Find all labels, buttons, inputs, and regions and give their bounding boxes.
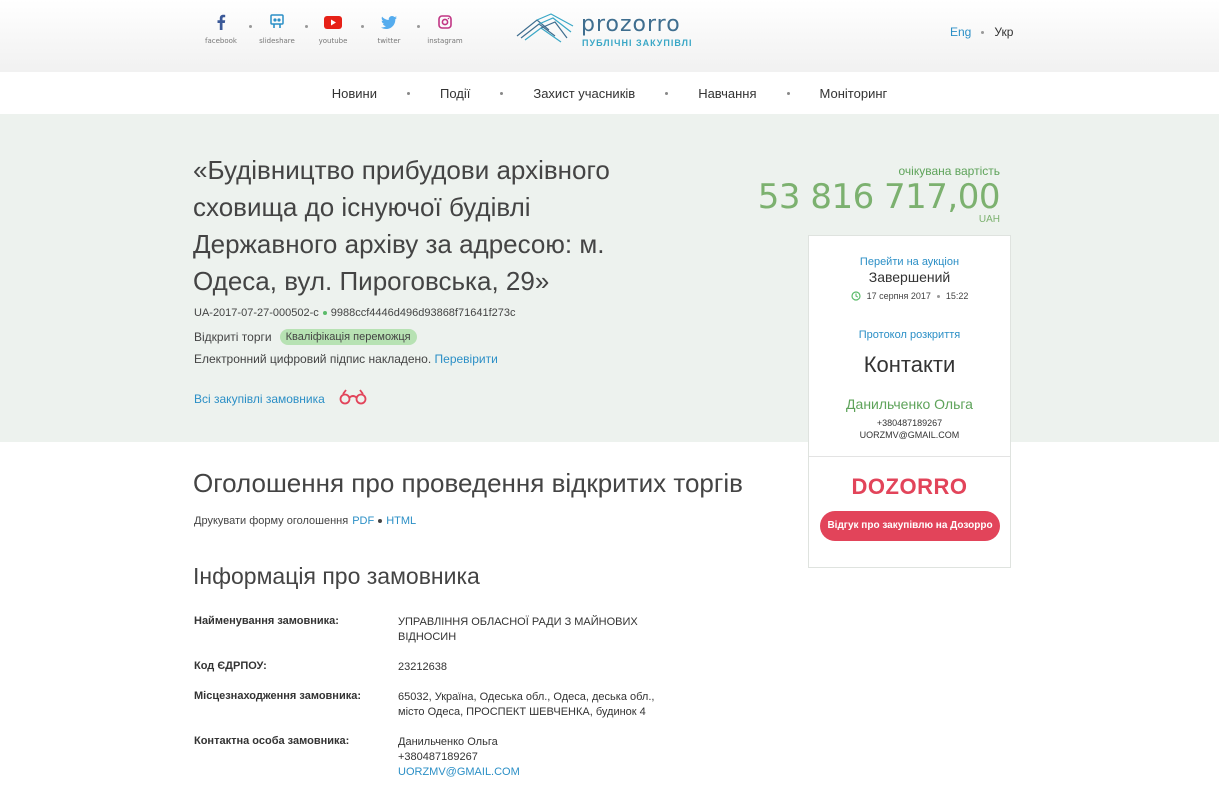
social-links: facebook slideshare youtube twitter inst… (193, 12, 473, 45)
status-badge: Кваліфікація переможця (279, 329, 417, 345)
slideshare-icon (269, 12, 285, 32)
auction-status: Завершений (868, 269, 951, 285)
all-purchases-row: Всі закупівлі замовника (194, 389, 369, 408)
auction-datetime: 17 серпня 2017 15:22 (809, 291, 1010, 301)
datetime-separator (936, 294, 940, 298)
announcement-heading: Оголошення про проведення відкритих торг… (193, 468, 743, 498)
info-value: Данильченко Ольга +380487189267 UORZMV@G… (398, 735, 658, 780)
logo-subtitle: ПУБЛІЧНІ ЗАКУПІВЛІ (582, 38, 693, 48)
info-label: Контактна особа замовника: (194, 735, 350, 747)
sidebox-divider (809, 456, 1010, 457)
contact-person-phone: +380487189267 (398, 751, 478, 763)
prozorro-logo-mark-icon (516, 13, 574, 43)
social-facebook[interactable]: facebook (193, 12, 252, 45)
contact-person-name: Данильченко Ольга (398, 736, 498, 748)
verify-signature-link[interactable]: Перевірити (435, 352, 498, 366)
nav-item-monitoring[interactable]: Моніторинг (820, 86, 888, 101)
facebook-label: facebook (205, 37, 237, 45)
tender-id-row: UA-2017-07-27-000502-c 9988ccf4446d496d9… (194, 307, 515, 319)
social-slideshare[interactable]: slideshare (249, 12, 308, 45)
id-separator-dot (322, 311, 327, 315)
slideshare-label: slideshare (259, 37, 295, 45)
print-form-row: Друкувати форму оголошення PDF HTML (194, 515, 416, 527)
twitter-label: twitter (377, 37, 401, 45)
print-form-label: Друкувати форму оголошення (194, 515, 349, 527)
expected-value-amount: 53 816 717,00 (757, 177, 1001, 217)
tender-hash: 9988ccf4446d496d93868f71641f273c (330, 307, 516, 319)
auction-time: 15:22 (945, 291, 969, 301)
lang-separator (981, 30, 985, 34)
lang-uk-current[interactable]: Укр (994, 25, 1013, 39)
youtube-label: youtube (318, 37, 348, 45)
nav-item-events[interactable]: Події (440, 86, 470, 101)
instagram-icon (438, 12, 452, 32)
instagram-label: instagram (427, 37, 463, 45)
nav-separator (406, 91, 410, 95)
auction-link[interactable]: Перейти на аукціон (809, 256, 1010, 268)
auction-date: 17 серпня 2017 (866, 291, 931, 301)
procedure-row: Відкриті торги Кваліфікація переможця (194, 329, 417, 345)
info-label: Місцезнаходження замовника: (194, 690, 361, 702)
contacts-title: Контакти (863, 352, 956, 377)
contact-name: Данильченко Ольга (846, 396, 973, 412)
logo-wordmark: prozorro (581, 12, 681, 37)
all-purchases-link[interactable]: Всі закупівлі замовника (194, 392, 325, 406)
nav-item-training[interactable]: Навчання (698, 86, 756, 101)
dozorro-logo[interactable]: DOZORRO (809, 474, 1010, 500)
lang-en-link[interactable]: Eng (950, 25, 971, 39)
contact-phone: +380487189267 (876, 418, 943, 428)
nav-separator (665, 91, 669, 95)
info-label: Найменування замовника: (194, 615, 339, 627)
nav-item-protection[interactable]: Захист учасників (533, 86, 635, 101)
dozorro-review-button[interactable]: Відгук про закупівлю на Дозорро (820, 511, 1000, 541)
twitter-icon (381, 12, 397, 32)
info-value: 65032, Україна, Одеська обл., Одеса, дес… (398, 691, 655, 718)
main-nav: Новини Події Захист учасників Навчання М… (0, 72, 1219, 114)
tender-sidebox: Перейти на аукціон Завершений 17 серпня … (808, 235, 1011, 568)
contact-email[interactable]: UORZMV@GMAIL.COM (809, 430, 1010, 440)
customer-info-heading: Інформація про замовника (193, 563, 480, 589)
contact-person-email[interactable]: UORZMV@GMAIL.COM (398, 765, 658, 780)
language-switcher: Eng Укр (950, 25, 1013, 39)
protocol-link[interactable]: Протокол розкриття (809, 329, 1010, 341)
youtube-icon (324, 12, 342, 32)
nav-separator (500, 91, 504, 95)
info-label: Код ЄДРПОУ: (194, 660, 267, 672)
print-html-link[interactable]: HTML (386, 515, 416, 527)
social-twitter[interactable]: twitter (361, 12, 420, 45)
binoculars-icon[interactable] (337, 389, 369, 408)
prozorro-logo[interactable]: prozorro ПУБЛІЧНІ ЗАКУПІВЛІ (515, 12, 695, 52)
print-pdf-link[interactable]: PDF (352, 515, 374, 527)
tender-id: UA-2017-07-27-000502-c (194, 307, 319, 319)
procedure-type: Відкриті торги (194, 330, 272, 344)
social-instagram[interactable]: instagram (417, 12, 473, 45)
info-value: УПРАВЛІННЯ ОБЛАСНОЇ РАДИ З МАЙНОВИХ ВІДН… (398, 616, 638, 643)
clock-icon (850, 291, 861, 301)
tender-title: «Будівництво прибудови архівного сховища… (193, 155, 610, 296)
info-value: 23212638 (398, 661, 447, 673)
nav-separator (786, 91, 790, 95)
signature-text: Електронний цифровий підпис накладено. (194, 352, 432, 366)
nav-item-news[interactable]: Новини (332, 86, 377, 101)
social-youtube[interactable]: youtube (305, 12, 364, 45)
expected-value-currency: UAH (978, 214, 1000, 225)
facebook-icon (216, 12, 226, 32)
expected-value-label: очікувана вартість (898, 164, 1001, 178)
print-separator (378, 519, 383, 523)
site-header: facebook slideshare youtube twitter inst… (0, 0, 1219, 72)
signature-row: Електронний цифровий підпис накладено. П… (194, 352, 498, 366)
